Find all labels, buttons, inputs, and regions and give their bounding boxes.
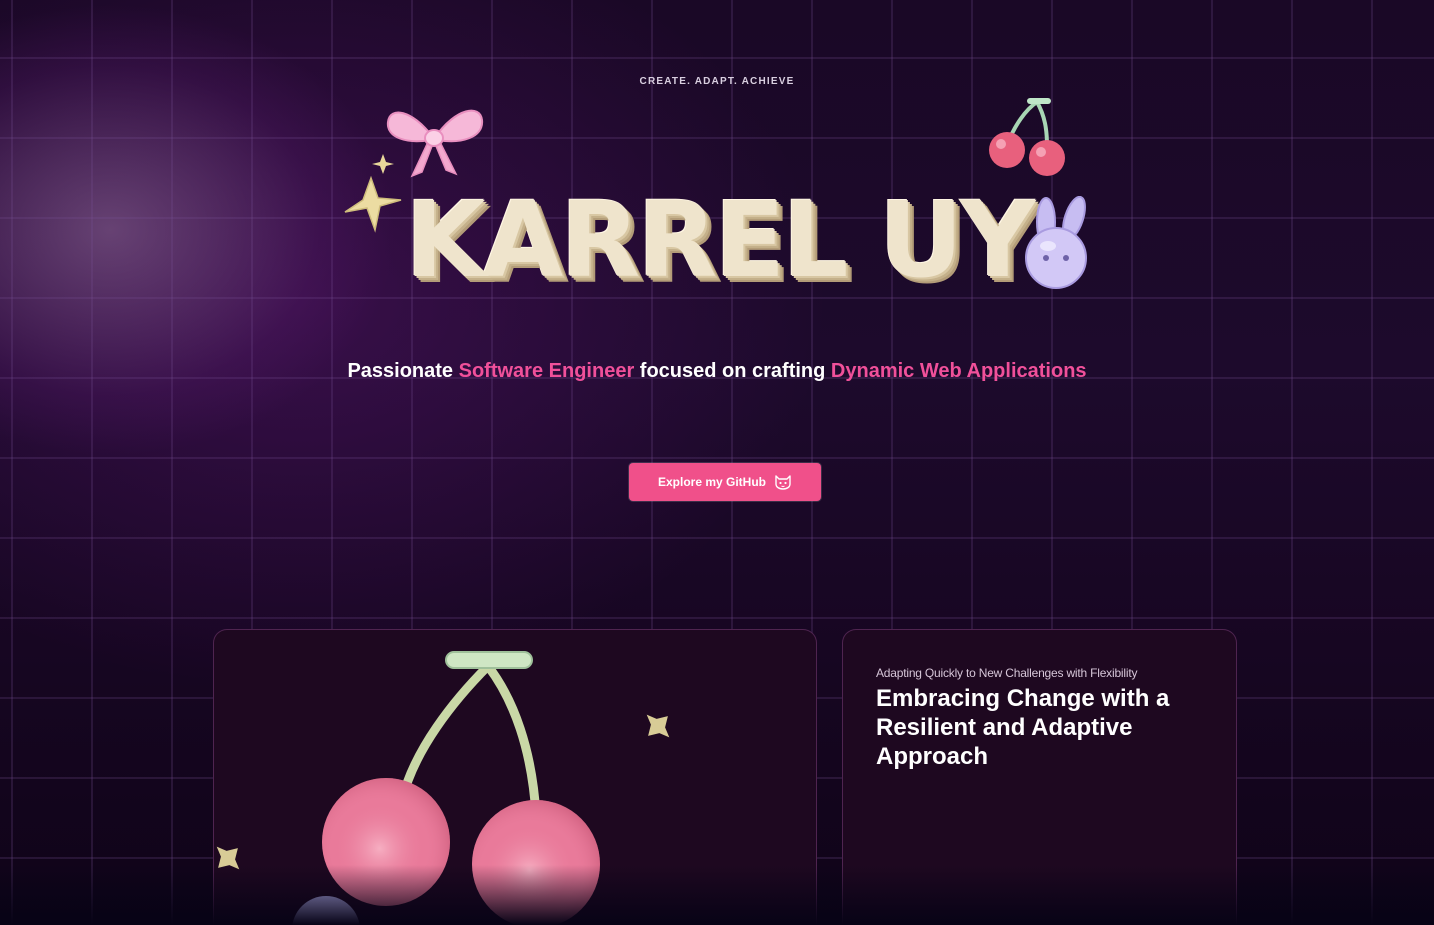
tagline-highlight-software-engineer: Software Engineer [458,360,635,382]
page: CREATE. ADAPT. ACHIEVE KARREL UY Passion… [0,0,1434,925]
bottom-fade [0,865,1434,925]
explore-github-button[interactable]: Explore my GitHub [629,463,821,501]
explore-github-label: Explore my GitHub [657,475,767,489]
github-cat-icon [775,475,791,490]
cherry-icon [989,98,1065,176]
hero-eyebrow: CREATE. ADAPT. ACHIEVE [639,76,795,87]
bunny-icon [1025,196,1087,289]
tagline-part-1: Passionate [347,360,459,382]
hero-tagline: Passionate Software Engineer focused on … [0,360,1434,383]
tagline-highlight-web-apps: Dynamic Web Applications [830,360,1087,382]
tagline-part-2: focused on crafting [634,360,831,382]
hero-title: KARREL UY [405,179,1036,301]
adaptive-card-eyebrow: Adapting Quickly to New Challenges with … [876,666,1138,680]
adaptive-card-heading: Embracing Change with a Resilient and Ad… [876,685,1170,770]
sparkle-star-icon [344,154,402,233]
